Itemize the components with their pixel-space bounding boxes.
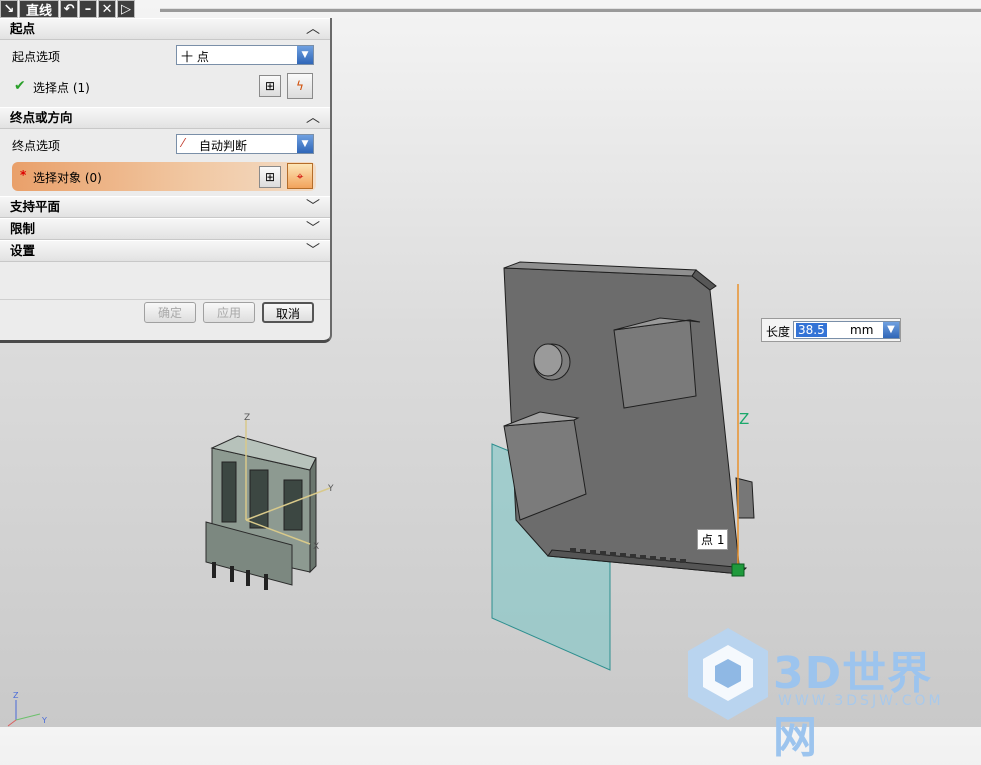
- usb-connector-model[interactable]: [205, 420, 331, 590]
- end-section-title: 终点或方向: [10, 110, 73, 125]
- start-option-value: 十 点: [181, 50, 209, 64]
- length-label: 长度: [766, 325, 791, 339]
- ok-button[interactable]: 确定: [144, 302, 196, 323]
- triad-y-label: Y: [327, 484, 334, 494]
- length-value[interactable]: 38.5: [796, 323, 827, 337]
- end-option-value: 自动判断: [199, 139, 248, 153]
- top-divider: [160, 8, 981, 12]
- length-unit: mm: [850, 323, 874, 337]
- end-option-select[interactable]: 自动判断 ⁄ ▼: [176, 134, 314, 154]
- line-tool-icon: ↘: [0, 0, 18, 18]
- apply-button[interactable]: 应用: [203, 302, 255, 323]
- collapsed-section-title: 支持平面: [10, 199, 61, 214]
- minimize-icon[interactable]: –: [79, 0, 98, 18]
- collapsed-section-title: 设置: [10, 243, 36, 258]
- start-option-select[interactable]: 十 点 ▼: [176, 45, 314, 65]
- chevron-down-icon[interactable]: ▼: [297, 46, 313, 64]
- line-dialog: 起点 ︿ 起点选项 十 点 ▼ ✔ 选择点 (1) ⊞ ϟ 终点或方向 ︿ 终点…: [0, 18, 332, 343]
- pcb-board-model[interactable]: [503, 261, 755, 575]
- point-dialog-button[interactable]: ⊞: [259, 166, 281, 188]
- dialog-button-row: 确定 应用 取消: [0, 299, 330, 330]
- check-icon: ✔: [14, 78, 26, 94]
- start-select-row[interactable]: ✔ 选择点 (1) ⊞ ϟ: [0, 71, 330, 102]
- point-1-tag: 点 1: [697, 529, 729, 550]
- start-option-row: 起点选项 十 点 ▼: [0, 40, 330, 71]
- corner-axis-z: Z: [13, 691, 19, 700]
- start-section-title: 起点: [10, 21, 36, 36]
- watermark-url: WWW.3DSJW.COM: [778, 693, 944, 709]
- start-option-label: 起点选项: [12, 50, 61, 64]
- close-icon[interactable]: ✕: [98, 0, 117, 18]
- dialog-title: 直线: [19, 0, 60, 19]
- end-select-label: 选择对象 (0): [33, 171, 102, 185]
- reset-icon[interactable]: ↶: [60, 0, 79, 18]
- point-dialog-button[interactable]: ⊞: [259, 75, 281, 97]
- settings-section-header[interactable]: 设置 ﹀: [0, 240, 330, 262]
- corner-axis-y: Y: [41, 716, 47, 725]
- unit-dropdown-icon[interactable]: ▼: [883, 322, 899, 338]
- inferred-point-button[interactable]: ϟ: [287, 73, 313, 99]
- start-point-marker[interactable]: [731, 563, 745, 577]
- cancel-button[interactable]: 取消: [262, 302, 314, 323]
- dialog-title-bar[interactable]: ↘ 直线 ↶ – ✕ ▷: [0, 0, 136, 19]
- end-select-row[interactable]: * 选择对象 (0) ⊞ ⌖: [0, 160, 330, 194]
- end-option-label: 终点选项: [12, 139, 61, 153]
- collapse-icon[interactable]: ︿: [306, 108, 320, 128]
- triad-x-label: X: [313, 542, 319, 552]
- support-plane-section-header[interactable]: 支持平面 ﹀: [0, 196, 330, 218]
- required-icon: *: [20, 168, 27, 182]
- triad-z-label: Z: [244, 413, 250, 423]
- end-option-row: 终点选项 自动判断 ⁄ ▼: [0, 129, 330, 160]
- expand-icon[interactable]: ﹀: [306, 241, 320, 261]
- watermark: 3D世界网 WWW.3DSJW.COM: [683, 625, 973, 763]
- collapsed-section-title: 限制: [10, 221, 36, 236]
- cube-logo-icon: [688, 628, 768, 720]
- preview-axis-z-label: Z: [739, 410, 749, 428]
- end-section-header[interactable]: 终点或方向 ︿: [0, 107, 330, 129]
- length-input-box[interactable]: 长度 38.5 mm ▼: [761, 318, 901, 342]
- limits-section-header[interactable]: 限制 ﹀: [0, 218, 330, 240]
- chevron-down-icon[interactable]: ▼: [297, 135, 313, 153]
- collapse-icon[interactable]: ︿: [306, 19, 320, 39]
- inferred-icon: ⁄: [182, 136, 185, 150]
- expand-icon[interactable]: ﹀: [306, 219, 320, 239]
- crosshair-select-button[interactable]: ⌖: [287, 163, 313, 189]
- expand-icon[interactable]: ﹀: [306, 197, 320, 217]
- more-icon[interactable]: ▷: [117, 0, 136, 18]
- start-section-header[interactable]: 起点 ︿: [0, 18, 330, 40]
- start-select-label: 选择点 (1): [33, 81, 90, 95]
- length-field[interactable]: 38.5 mm ▼: [793, 321, 900, 339]
